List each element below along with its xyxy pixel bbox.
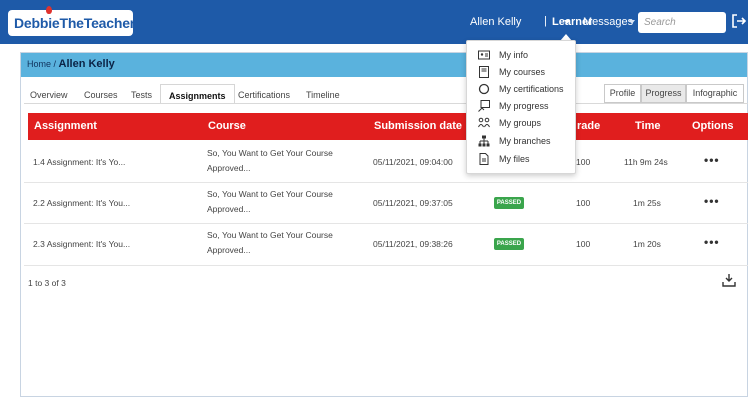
column-header-grade[interactable]: rade: [577, 120, 600, 132]
breadcrumb-separator: /: [51, 59, 59, 69]
user-role-separator: |: [544, 15, 547, 27]
tab-courses[interactable]: Courses: [84, 90, 118, 100]
tab-overview[interactable]: Overview: [30, 90, 68, 100]
grade: 100: [576, 239, 591, 249]
time-spent: 11h 9m 24s: [624, 157, 668, 167]
tab-tests[interactable]: Tests: [131, 90, 152, 100]
submission-date: 05/11/2021, 09:04:00: [373, 157, 453, 167]
menu-item-label: My groups: [499, 118, 542, 128]
breadcrumb-current: Allen Kelly: [58, 58, 115, 70]
menu-item-my-info[interactable]: My info: [478, 49, 574, 63]
book-icon: [479, 66, 489, 78]
progress-icon: [478, 100, 490, 112]
logo-text: DebbieTheTeacher: [14, 15, 136, 31]
assignment-name[interactable]: 1.4 Assignment: It's Yo...: [33, 157, 125, 167]
course-name: So, You Want to Get Your Course Approved…: [207, 187, 347, 217]
grade: 100: [576, 157, 591, 167]
menu-item-my-courses[interactable]: My courses: [478, 66, 574, 80]
column-header-options: Options: [692, 120, 734, 132]
top-bar: DebbieTheTeacher Allen Kelly | Learner M…: [0, 0, 748, 44]
menu-item-my-branches[interactable]: My branches: [478, 135, 574, 149]
logout-icon[interactable]: [731, 13, 747, 29]
menu-item-label: My files: [499, 154, 530, 164]
search-input[interactable]: [638, 12, 726, 33]
view-profile-button[interactable]: Profile: [604, 84, 641, 103]
menu-item-label: My courses: [499, 67, 546, 77]
menu-item-label: My progress: [499, 101, 549, 111]
messages-menu[interactable]: Messages: [583, 16, 633, 28]
logo-flame-icon: [46, 6, 52, 14]
download-icon[interactable]: [721, 272, 737, 288]
status-badge: PASSED: [494, 238, 524, 250]
menu-item-label: My certifications: [499, 84, 564, 94]
course-name-line: So, You Want to Get Your Course: [207, 148, 333, 158]
tab-timeline[interactable]: Timeline: [306, 90, 340, 100]
pagination-count: 1 to 3 of 3: [28, 278, 66, 288]
tab-assignments[interactable]: Assignments: [160, 84, 235, 104]
certificate-icon: [478, 83, 490, 95]
role-chevron-down-icon[interactable]: [564, 20, 570, 24]
card-header: Home / Allen Kelly: [21, 53, 747, 77]
grade: 100: [576, 198, 591, 208]
time-spent: 1m 25s: [633, 198, 661, 208]
logo[interactable]: DebbieTheTeacher: [8, 6, 136, 36]
time-spent: 1m 20s: [633, 239, 661, 249]
row-options-icon[interactable]: •••: [704, 235, 720, 249]
course-name-line: So, You Want to Get Your Course: [207, 189, 333, 199]
submission-date: 05/11/2021, 09:38:26: [373, 239, 453, 249]
messages-chevron-down-icon[interactable]: [629, 20, 635, 24]
row-divider: [24, 182, 748, 183]
view-progress-button[interactable]: Progress: [641, 84, 686, 103]
menu-item-my-progress[interactable]: My progress: [478, 100, 574, 114]
menu-item-my-groups[interactable]: My groups: [478, 117, 574, 131]
breadcrumb-home[interactable]: Home: [27, 59, 51, 69]
row-divider: [24, 265, 748, 266]
column-header-assignment[interactable]: Assignment: [34, 120, 97, 132]
menu-item-my-files[interactable]: My files: [478, 153, 574, 167]
menu-item-label: My branches: [499, 136, 551, 146]
menu-item-my-certifications[interactable]: My certifications: [478, 83, 574, 97]
course-name-line: Approved...: [207, 163, 251, 173]
course-name: So, You Want to Get Your Course Approved…: [207, 146, 347, 176]
column-header-time[interactable]: Time: [635, 120, 660, 132]
id-card-icon: [478, 50, 490, 60]
status-badge: PASSED: [494, 197, 524, 209]
assignment-name[interactable]: 2.3 Assignment: It's You...: [33, 239, 130, 249]
column-header-course[interactable]: Course: [208, 120, 246, 132]
group-icon: [478, 117, 490, 128]
course-name-line: Approved...: [207, 204, 251, 214]
course-name: So, You Want to Get Your Course Approved…: [207, 228, 347, 258]
course-name-line: Approved...: [207, 245, 251, 255]
row-divider: [24, 223, 748, 224]
row-options-icon[interactable]: •••: [704, 194, 720, 208]
assignment-name[interactable]: 2.2 Assignment: It's You...: [33, 198, 130, 208]
submission-date: 05/11/2021, 09:37:05: [373, 198, 453, 208]
column-header-submission-date[interactable]: Submission date: [374, 120, 462, 132]
view-infographic-button[interactable]: Infographic: [686, 84, 744, 103]
menu-item-label: My info: [499, 50, 529, 60]
tab-certifications[interactable]: Certifications: [238, 90, 290, 100]
file-icon: [479, 153, 489, 165]
branches-icon: [478, 135, 490, 147]
breadcrumb: Home / Allen Kelly: [27, 58, 115, 70]
tab-divider: [24, 103, 748, 104]
user-name[interactable]: Allen Kelly: [470, 16, 521, 28]
course-name-line: So, You Want to Get Your Course: [207, 230, 333, 240]
row-options-icon[interactable]: •••: [704, 153, 720, 167]
